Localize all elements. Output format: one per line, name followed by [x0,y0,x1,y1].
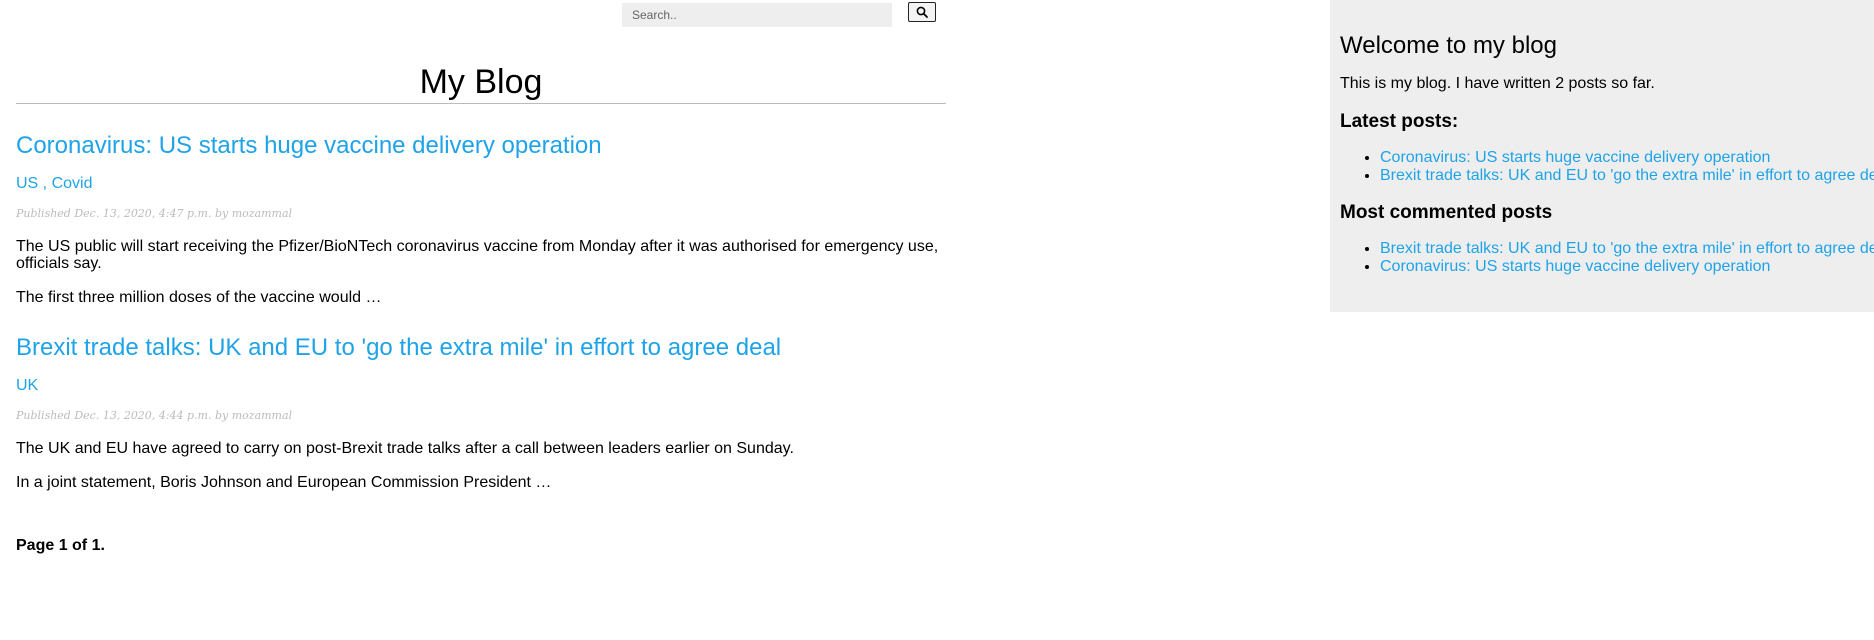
tag-link[interactable]: UK [16,377,38,394]
most-commented-heading: Most commented posts [1340,202,1553,223]
latest-posts-heading: Latest posts: [1340,111,1459,132]
list-item: Coronavirus: US starts huge vaccine deli… [1380,149,1874,167]
post-excerpt: The US public will start receiving the P… [16,238,946,306]
tag-link[interactable]: US [16,175,38,192]
page: My Blog Coronavirus: US starts huge vacc… [0,0,1874,640]
latest-post-link[interactable]: Coronavirus: US starts huge vaccine deli… [1380,149,1770,166]
post-tags: US , Covid [16,174,946,194]
post: Brexit trade talks: UK and EU to 'go the… [16,334,946,491]
list-item: Brexit trade talks: UK and EU to 'go the… [1380,167,1874,185]
pagination: Page 1 of 1. [16,537,105,554]
sidebar: Welcome to my blog This is my blog. I ha… [1330,0,1874,312]
post-title-link[interactable]: Coronavirus: US starts huge vaccine deli… [16,132,946,160]
post-meta: Published Dec. 13, 2020, 4:47 p.m. by mo… [16,207,293,220]
post-tags: UK [16,376,946,396]
post-paragraph: In a joint statement, Boris Johnson and … [16,474,552,491]
tag-link[interactable]: Covid [52,175,93,192]
latest-posts-list: Coronavirus: US starts huge vaccine deli… [1340,149,1874,185]
most-commented-link[interactable]: Coronavirus: US starts huge vaccine deli… [1380,258,1770,275]
sidebar-intro: This is my blog. I have written 2 posts … [1340,75,1655,92]
list-item: Brexit trade talks: UK and EU to 'go the… [1380,240,1874,258]
tag-separator: , [38,175,52,192]
post-meta: Published Dec. 13, 2020, 4:44 p.m. by mo… [16,409,293,422]
post-paragraph: The first three million doses of the vac… [16,289,382,306]
most-commented-list: Brexit trade talks: UK and EU to 'go the… [1340,240,1874,276]
main-content: My Blog Coronavirus: US starts huge vacc… [16,0,946,555]
most-commented-link[interactable]: Brexit trade talks: UK and EU to 'go the… [1380,240,1874,257]
list-item: Coronavirus: US starts huge vaccine deli… [1380,258,1874,276]
post-title-link[interactable]: Brexit trade talks: UK and EU to 'go the… [16,334,946,362]
page-title: My Blog [16,63,946,104]
latest-post-link[interactable]: Brexit trade talks: UK and EU to 'go the… [1380,167,1874,184]
post-paragraph: The US public will start receiving the P… [16,238,939,272]
post-excerpt: The UK and EU have agreed to carry on po… [16,440,946,491]
post: Coronavirus: US starts huge vaccine deli… [16,132,946,306]
sidebar-title: Welcome to my blog [1340,32,1557,59]
post-paragraph: The UK and EU have agreed to carry on po… [16,440,794,457]
